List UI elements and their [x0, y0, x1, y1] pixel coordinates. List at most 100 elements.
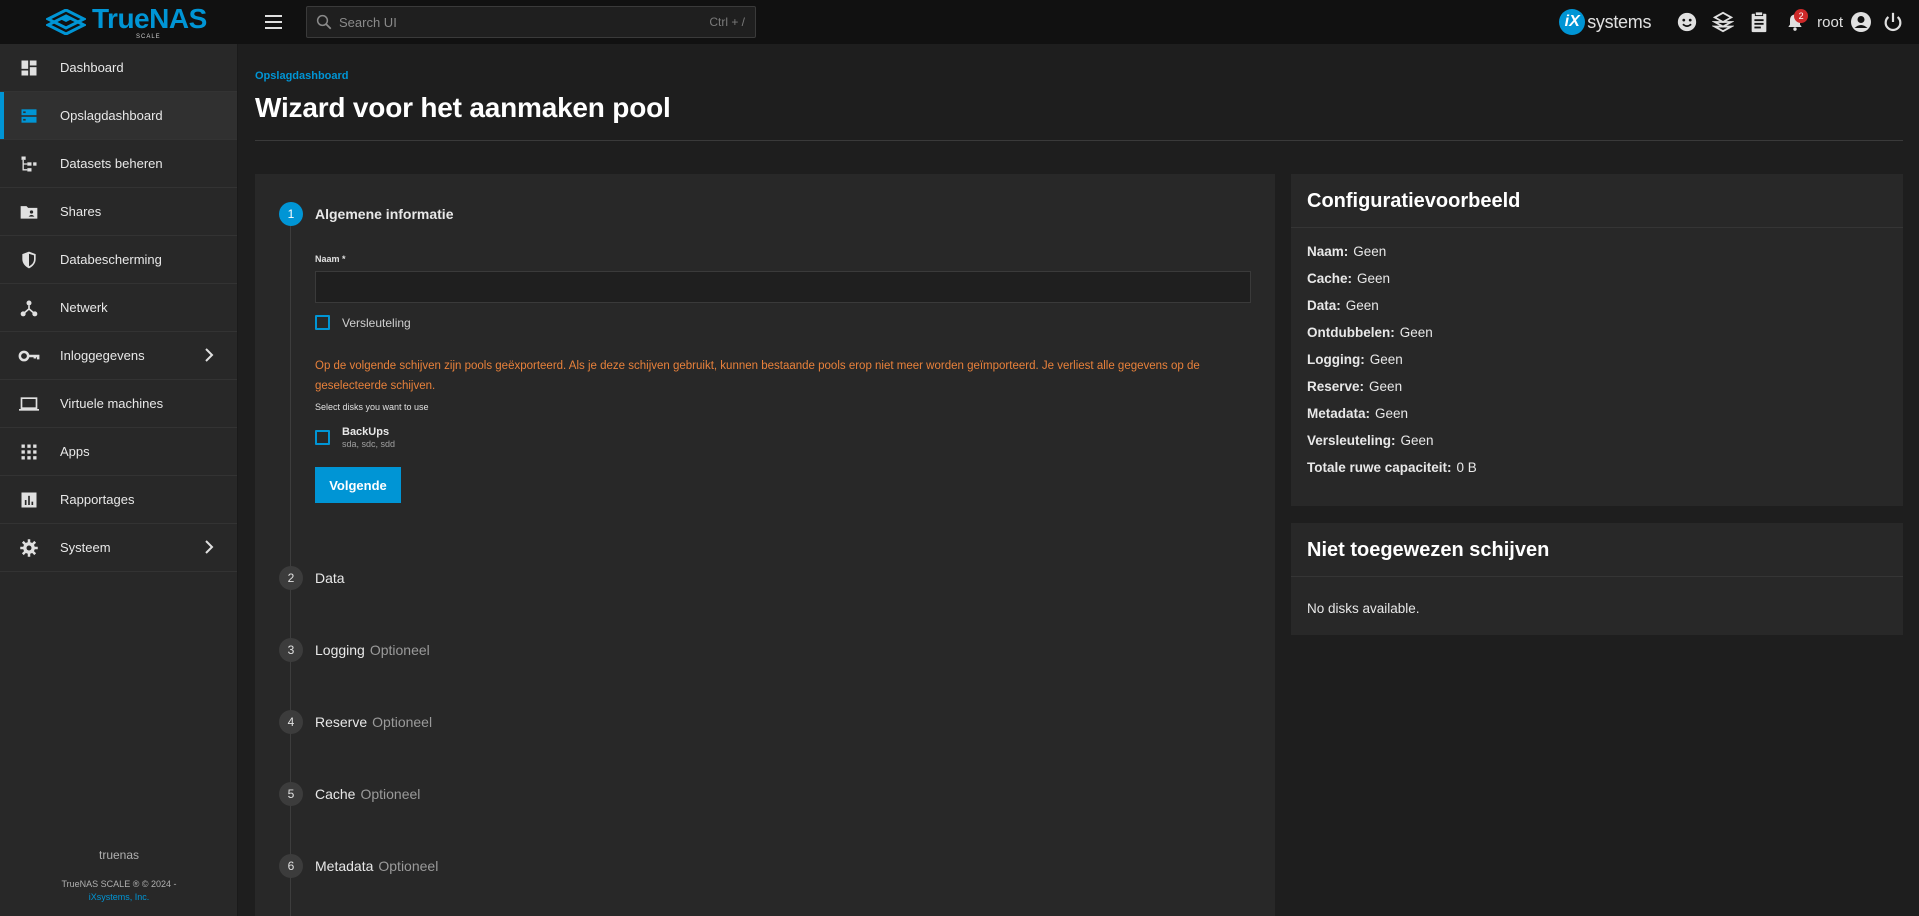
account-circle-icon — [1851, 12, 1871, 32]
config-value: Geen — [1369, 352, 1403, 367]
divider — [255, 140, 1903, 141]
menu-toggle-button[interactable] — [258, 7, 288, 37]
step-optional: Optioneel — [378, 858, 439, 874]
ix-logo-text: systems — [1587, 11, 1652, 32]
search-input[interactable] — [339, 14, 710, 30]
user-menu[interactable]: root — [1817, 10, 1873, 34]
pool-name-input[interactable] — [315, 271, 1251, 303]
truecommand-icon[interactable] — [1705, 4, 1741, 40]
select-disks-hint: Select disks you want to use — [315, 402, 429, 412]
config-value: 0 B — [1456, 460, 1477, 475]
shield-icon — [17, 248, 41, 272]
config-row: Versleuteling: Geen — [1307, 427, 1887, 454]
search-box[interactable]: Ctrl + / — [306, 6, 756, 38]
unassigned-disks-card: Niet toegewezen schijven No disks availa… — [1291, 523, 1903, 635]
sidebar-item-label: Rapportages — [60, 492, 135, 507]
config-value: Geen — [1375, 406, 1409, 421]
step-label: Logging — [315, 642, 365, 658]
config-row: Logging: Geen — [1307, 346, 1887, 373]
disk-group-disks: sda, sdc, sdd — [342, 439, 396, 449]
config-key: Ontdubbelen: — [1307, 325, 1395, 340]
config-preview-title: Configuratievoorbeeld — [1291, 174, 1903, 228]
unassigned-disks-title: Niet toegewezen schijven — [1291, 523, 1903, 577]
config-value: Geen — [1369, 379, 1403, 394]
sidebar-item-label: Dashboard — [60, 60, 124, 75]
top-toolbar: TrueNAS SCALE Ctrl + / iX systems 2 — [0, 0, 1919, 44]
encryption-checkbox-row[interactable]: Versleuteling — [315, 315, 1251, 330]
config-row: Cache: Geen — [1307, 265, 1887, 292]
sidebar-item-storage[interactable]: Opslagdashboard — [0, 92, 237, 140]
truenas-logo[interactable]: TrueNAS SCALE — [0, 0, 238, 44]
sidebar-item-data-protection[interactable]: Databescherming — [0, 236, 237, 284]
page-title: Wizard voor het aanmaken pool — [255, 92, 671, 123]
config-row: Metadata: Geen — [1307, 400, 1887, 427]
step-cache[interactable]: 5 Cache Optioneel — [279, 782, 420, 806]
config-key: Naam: — [1307, 244, 1349, 259]
sidebar-item-label: Opslagdashboard — [60, 108, 163, 123]
config-key: Cache: — [1307, 271, 1353, 286]
exported-disk-group-row[interactable]: BackUps sda, sdc, sdd — [315, 426, 1251, 449]
step-label: Data — [315, 570, 345, 586]
ixsystems-logo[interactable]: iX systems — [1559, 9, 1651, 35]
step-number: 5 — [279, 782, 303, 806]
config-key: Metadata: — [1307, 406, 1371, 421]
notification-count-badge: 2 — [1794, 9, 1809, 23]
main-content: Opslagdashboard Wizard voor het aanmaken… — [239, 44, 1919, 916]
network-icon — [17, 296, 41, 320]
general-info-form: Naam * Versleuteling Op de volgende schi… — [315, 254, 1251, 503]
step-number: 1 — [279, 202, 303, 226]
jobs-clipboard-icon[interactable] — [1741, 4, 1777, 40]
sidebar-item-dashboard[interactable]: Dashboard — [0, 44, 237, 92]
sidebar-item-label: Databescherming — [60, 252, 162, 267]
config-value: Geen — [1400, 433, 1434, 448]
sidebar-item-credentials[interactable]: Inloggegevens — [0, 332, 237, 380]
pool-wizard-stepper: 1 Algemene informatie Naam * Versleuteli… — [255, 174, 1275, 916]
storage-icon — [17, 104, 41, 128]
step-optional: Optioneel — [360, 786, 421, 802]
config-key: Reserve: — [1307, 379, 1365, 394]
step-spare[interactable]: 4 Reserve Optioneel — [279, 710, 432, 734]
encryption-checkbox[interactable] — [315, 315, 330, 330]
feedback-smiley-icon[interactable] — [1669, 4, 1705, 40]
step-label: Reserve — [315, 714, 368, 730]
sidebar-item-shares[interactable]: Shares — [0, 188, 237, 236]
sidebar-item-network[interactable]: Netwerk — [0, 284, 237, 332]
config-key: Logging: — [1307, 352, 1365, 367]
sidebar-item-datasets[interactable]: Datasets beheren — [0, 140, 237, 188]
step-logging[interactable]: 3 Logging Optioneel — [279, 638, 430, 662]
sidebar-item-label: Shares — [60, 204, 102, 219]
step-number: 4 — [279, 710, 303, 734]
next-button[interactable]: Volgende — [315, 467, 401, 503]
step-metadata[interactable]: 6 Metadata Optioneel — [279, 854, 438, 878]
config-value: Geen — [1353, 244, 1387, 259]
config-key: Versleuteling: — [1307, 433, 1396, 448]
notifications-bell-icon[interactable]: 2 — [1777, 4, 1813, 40]
sidebar-item-label: Netwerk — [60, 300, 108, 315]
copyright-text: TrueNAS SCALE ® © 2024 - — [61, 879, 177, 889]
company-link[interactable]: iXsystems, Inc. — [0, 892, 238, 902]
breadcrumb[interactable]: Opslagdashboard — [255, 70, 349, 82]
stepper-line — [290, 214, 291, 916]
page-scrollbar[interactable] — [1907, 44, 1919, 916]
sidebar-item-label: Apps — [60, 444, 90, 459]
sidebar-item-system[interactable]: Systeem — [0, 524, 237, 572]
sidebar-item-reports[interactable]: Rapportages — [0, 476, 237, 524]
datasets-icon — [17, 152, 41, 176]
step-number: 6 — [279, 854, 303, 878]
config-row: Reserve: Geen — [1307, 373, 1887, 400]
encryption-label: Versleuteling — [342, 315, 411, 330]
disk-group-checkbox[interactable] — [315, 430, 330, 445]
step-label: Metadata — [315, 858, 374, 874]
sidebar-item-virtual-machines[interactable]: Virtuele machines — [0, 380, 237, 428]
power-icon[interactable] — [1875, 4, 1911, 40]
step-optional: Optioneel — [369, 642, 430, 658]
name-field-label: Naam * — [315, 254, 346, 264]
sidebar-item-apps[interactable]: Apps — [0, 428, 237, 476]
step-data[interactable]: 2 Data — [279, 566, 350, 590]
step-general-info[interactable]: 1 Algemene informatie — [279, 202, 453, 226]
sidebar-footer: truenas TrueNAS SCALE ® © 2024 - iXsyste… — [0, 848, 238, 902]
step-number: 2 — [279, 566, 303, 590]
laptop-icon — [17, 392, 41, 416]
config-value: Geen — [1357, 271, 1391, 286]
gear-icon — [17, 536, 41, 560]
